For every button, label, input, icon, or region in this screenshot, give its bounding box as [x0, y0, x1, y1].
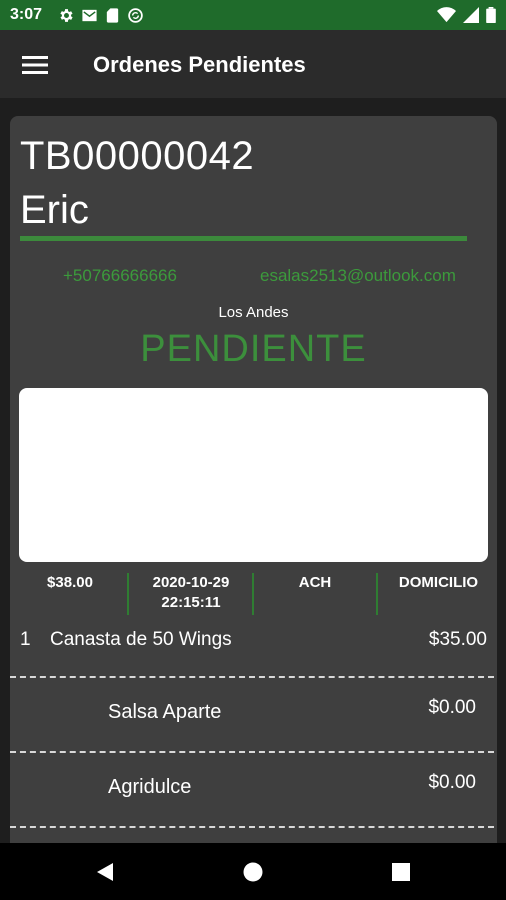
item-divider — [10, 751, 494, 753]
menu-button[interactable] — [14, 48, 56, 82]
hamburger-menu-icon — [22, 56, 48, 74]
item-modifier: Salsa Aparte $0.00 — [10, 697, 497, 731]
order-date: 2020-10-29 — [152, 574, 230, 591]
home-icon[interactable] — [241, 860, 265, 884]
name-divider — [20, 236, 467, 241]
sd-card-icon — [106, 8, 119, 23]
gear-icon — [60, 9, 73, 22]
order-total: $38.00 — [47, 574, 93, 591]
order-item: 1 Canasta de 50 Wings $35.00 — [10, 629, 497, 659]
modifier-price: $0.00 — [428, 697, 476, 718]
item-divider — [10, 676, 494, 678]
status-time: 3:07 — [10, 6, 43, 23]
status-system-icons — [437, 7, 496, 23]
order-notes-box — [19, 388, 488, 562]
delivery-type: DOMICILIO — [398, 574, 479, 591]
battery-icon — [486, 7, 496, 23]
order-list[interactable]: TB00000042 Eric +50766666666 esalas2513@… — [0, 98, 506, 843]
customer-email-link[interactable]: esalas2513@outlook.com — [260, 266, 456, 286]
recents-icon[interactable] — [389, 860, 413, 884]
status-bar: 3:07 — [0, 0, 506, 30]
order-status: PENDIENTE — [140, 328, 367, 370]
order-datetime: 2020-10-29 22:15:11 — [132, 573, 250, 619]
page-title: Ordenes Pendientes — [93, 52, 306, 77]
item-divider — [10, 826, 494, 828]
signal-icon — [463, 7, 479, 23]
wifi-icon — [437, 7, 456, 23]
item-name: Canasta de 50 Wings — [50, 629, 232, 650]
customer-location: Los Andes — [218, 304, 289, 321]
customer-phone-link[interactable]: +50766666666 — [63, 266, 177, 286]
back-icon[interactable] — [93, 860, 117, 884]
item-modifier: Agridulce $0.00 — [10, 772, 497, 806]
payment-method: ACH — [298, 574, 332, 591]
status-notification-icons — [58, 7, 144, 24]
system-navigation-bar — [0, 843, 506, 900]
summary-divider — [127, 573, 129, 615]
modifier-price: $0.00 — [428, 772, 476, 793]
item-quantity: 1 — [20, 629, 31, 650]
summary-divider — [376, 573, 378, 615]
modifier-name: Agridulce — [108, 776, 192, 798]
item-price: $35.00 — [428, 629, 487, 650]
order-summary: $38.00 2020-10-29 22:15:11 ACH DOMICILIO — [10, 571, 497, 617]
order-time: 22:15:11 — [161, 594, 221, 611]
summary-divider — [252, 573, 254, 615]
customer-name: Eric — [20, 188, 89, 232]
app-bar: Ordenes Pendientes — [0, 30, 506, 98]
order-id: TB00000042 — [20, 134, 255, 178]
order-card[interactable]: TB00000042 Eric +50766666666 esalas2513@… — [10, 116, 497, 843]
sync-icon — [128, 8, 143, 23]
mail-icon — [82, 9, 97, 22]
modifier-name: Salsa Aparte — [108, 701, 222, 723]
